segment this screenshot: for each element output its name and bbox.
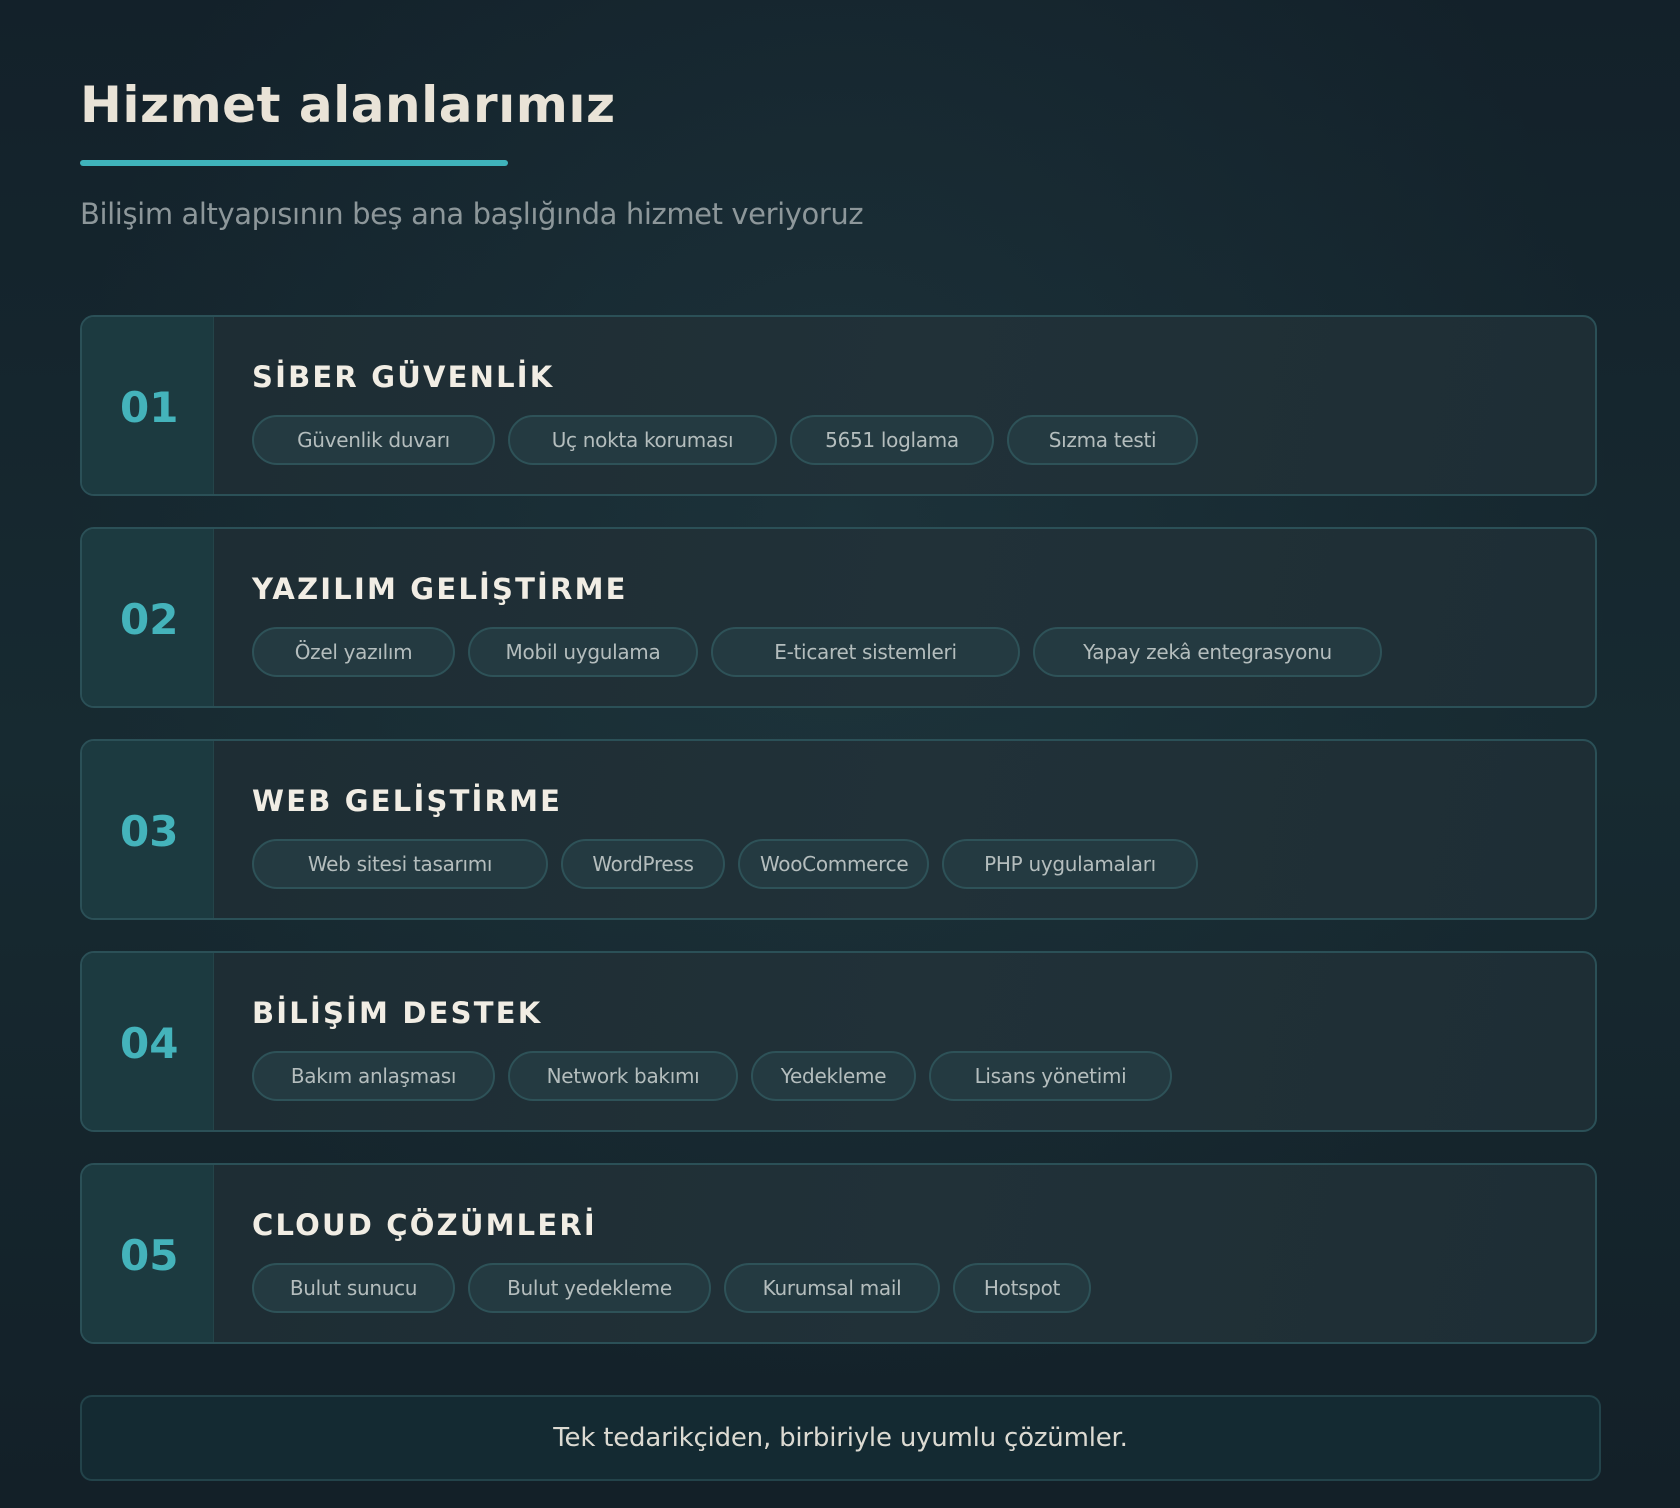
title-underline: [80, 160, 508, 166]
service-card-bilisim-destek: 04 BİLİŞİM DESTEK Bakım anlaşması Networ…: [80, 951, 1597, 1132]
service-number-panel: 01: [82, 317, 214, 494]
service-tags: Bakım anlaşması Network bakımı Yedekleme…: [252, 1051, 1185, 1101]
tag-web-sitesi-tasarimi[interactable]: Web sitesi tasarımı: [252, 839, 548, 889]
service-number-panel: 02: [82, 529, 214, 706]
tag-wordpress[interactable]: WordPress: [561, 839, 725, 889]
tag-e-ticaret-sistemleri[interactable]: E-ticaret sistemleri: [711, 627, 1020, 677]
service-number-panel: 05: [82, 1165, 214, 1342]
tag-uc-nokta-korumasi[interactable]: Uç nokta koruması: [508, 415, 777, 465]
tag-php-uygulamalari[interactable]: PHP uygulamaları: [942, 839, 1198, 889]
service-number: 04: [120, 1019, 179, 1068]
service-title: YAZILIM GELİŞTİRME: [252, 572, 628, 606]
tag-yedekleme[interactable]: Yedekleme: [751, 1051, 916, 1101]
tag-kurumsal-mail[interactable]: Kurumsal mail: [724, 1263, 940, 1313]
service-tags: Güvenlik duvarı Uç nokta koruması 5651 l…: [252, 415, 1211, 465]
service-number-panel: 03: [82, 741, 214, 918]
service-number: 03: [120, 807, 179, 856]
tag-bulut-yedekleme[interactable]: Bulut yedekleme: [468, 1263, 711, 1313]
tag-sizma-testi[interactable]: Sızma testi: [1007, 415, 1198, 465]
tag-5651-loglama[interactable]: 5651 loglama: [790, 415, 994, 465]
tag-woocommerce[interactable]: WooCommerce: [738, 839, 929, 889]
service-card-web-gelistirme: 03 WEB GELİŞTİRME Web sitesi tasarımı Wo…: [80, 739, 1597, 920]
footer-text: Tek tedarikçiden, birbiriyle uyumlu çözü…: [553, 1423, 1128, 1453]
footer-banner: Tek tedarikçiden, birbiriyle uyumlu çözü…: [80, 1395, 1601, 1481]
service-number: 05: [120, 1231, 179, 1280]
service-title: WEB GELİŞTİRME: [252, 784, 563, 818]
tag-bulut-sunucu[interactable]: Bulut sunucu: [252, 1263, 455, 1313]
service-card-yazilim-gelistirme: 02 YAZILIM GELİŞTİRME Özel yazılım Mobil…: [80, 527, 1597, 708]
tag-hotspot[interactable]: Hotspot: [953, 1263, 1091, 1313]
tag-ozel-yazilim[interactable]: Özel yazılım: [252, 627, 455, 677]
service-tags: Bulut sunucu Bulut yedekleme Kurumsal ma…: [252, 1263, 1104, 1313]
service-title: BİLİŞİM DESTEK: [252, 996, 543, 1030]
page-title: Hizmet alanlarımız: [80, 76, 616, 134]
service-card-siber-guvenlik: 01 SİBER GÜVENLİK Güvenlik duvarı Uç nok…: [80, 315, 1597, 496]
tag-yapay-zeka-entegrasyonu[interactable]: Yapay zekâ entegrasyonu: [1033, 627, 1382, 677]
service-number-panel: 04: [82, 953, 214, 1130]
page-subtitle: Bilişim altyapısının beş ana başlığında …: [80, 197, 864, 231]
tag-lisans-yonetimi[interactable]: Lisans yönetimi: [929, 1051, 1172, 1101]
service-title: SİBER GÜVENLİK: [252, 360, 555, 394]
tag-mobil-uygulama[interactable]: Mobil uygulama: [468, 627, 698, 677]
service-card-cloud-cozumleri: 05 CLOUD ÇÖZÜMLERİ Bulut sunucu Bulut ye…: [80, 1163, 1597, 1344]
service-number: 02: [120, 595, 179, 644]
tag-bakim-anlasmasi[interactable]: Bakım anlaşması: [252, 1051, 495, 1101]
service-title: CLOUD ÇÖZÜMLERİ: [252, 1208, 597, 1242]
service-tags: Web sitesi tasarımı WordPress WooCommerc…: [252, 839, 1211, 889]
tag-guvenlik-duvari[interactable]: Güvenlik duvarı: [252, 415, 495, 465]
service-number: 01: [120, 383, 179, 432]
tag-network-bakimi[interactable]: Network bakımı: [508, 1051, 738, 1101]
service-tags: Özel yazılım Mobil uygulama E-ticaret si…: [252, 627, 1395, 677]
